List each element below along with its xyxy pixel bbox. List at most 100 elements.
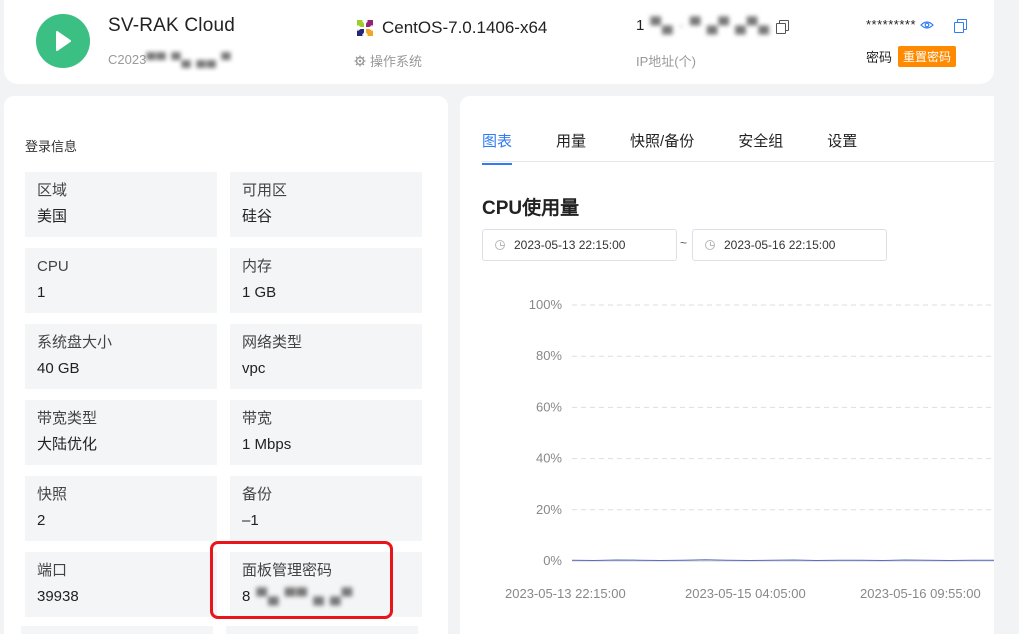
x-tick-label: 2023-05-15 04:05:00 <box>685 586 806 601</box>
info-cell: 可用区 硅谷 <box>230 172 422 237</box>
info-key: 备份 <box>242 486 273 503</box>
os-name-text: CentOS-7.0.1406-x64 <box>382 18 548 37</box>
info-cell: 网络类型 vpc <box>230 324 422 389</box>
info-value-text: 39938 <box>37 588 79 605</box>
info-value: 1 GB <box>242 283 410 303</box>
server-name: SV-RAK Cloud <box>108 15 236 36</box>
eye-icon[interactable] <box>920 20 934 30</box>
os-name: CentOS-7.0.1406-x64 <box>354 17 547 39</box>
server-id: C2023▀▀ ▀▄ ▄▄ ▀ <box>108 52 232 67</box>
info-cell-partial <box>21 626 213 634</box>
info-grid-next-row <box>21 626 419 634</box>
login-info-title: 登录信息 <box>25 139 78 154</box>
y-tick-label: 80% <box>536 348 562 363</box>
y-tick-label: 20% <box>536 502 562 517</box>
ip-label: IP地址(个) <box>636 54 696 69</box>
info-value: 2 <box>37 511 205 531</box>
end-date-value: 2023-05-16 22:15:00 <box>724 238 836 252</box>
end-date-input[interactable]: 2023-05-16 22:15:00 <box>692 229 887 261</box>
info-value: 1 <box>37 283 205 303</box>
info-value: 39938 <box>37 587 205 607</box>
clock-icon <box>705 240 715 250</box>
os-label-text: 操作系统 <box>370 54 423 69</box>
info-cell: 区域 美国 <box>25 172 217 237</box>
info-key: 快照 <box>37 486 68 503</box>
highlight-box <box>210 541 393 619</box>
y-tick-label: 40% <box>536 451 562 466</box>
cpu-series-line <box>571 559 994 562</box>
info-key: 网络类型 <box>242 334 303 351</box>
info-value-text: 40 GB <box>37 360 80 377</box>
password-label: 密码 <box>866 50 893 65</box>
info-cell: 系统盘大小 40 GB <box>25 324 217 389</box>
start-server-button[interactable] <box>36 14 90 68</box>
ip-masked: ▀▄ · ▀ ▄▀ ▄▀▄ <box>650 17 771 34</box>
info-value: –1 <box>242 511 410 531</box>
info-cell: 端口 39938 <box>25 552 217 617</box>
reset-password-button[interactable]: 重置密码 <box>898 46 957 67</box>
info-value-text: 1 Mbps <box>242 436 292 453</box>
server-id-prefix: C2023 <box>108 52 147 67</box>
gear-icon <box>354 55 366 66</box>
cpu-usage-chart: 100% 80% 60% 40% 20% 0% 2023-05-13 22:15:00 202… <box>505 297 994 601</box>
info-value: 大陆优化 <box>37 435 205 455</box>
copy-password-icon[interactable] <box>954 18 968 33</box>
play-icon <box>56 31 71 51</box>
y-tick-label: 100% <box>529 297 563 312</box>
os-label: 操作系统 <box>354 51 422 70</box>
info-key: 可用区 <box>242 182 288 199</box>
info-cell: 快照 2 <box>25 476 217 541</box>
info-value: 1 Mbps <box>242 435 410 455</box>
ip-prefix: 1 <box>636 17 645 34</box>
server-id-masked: ▀▀ ▀▄ ▄▄ ▀ <box>146 52 232 67</box>
monitor-card: 图表 用量 快照/备份 安全组 设置 CPU使用量 2023-05-13 22:15:0… <box>460 96 994 634</box>
info-cell: CPU 1 <box>25 248 217 313</box>
server-header-card: SV-RAK Cloud C2023▀▀ ▀▄ ▄▄ ▀ CentOS-7.0.… <box>4 0 994 84</box>
password-mask: ********* <box>866 17 917 32</box>
info-key: 带宽类型 <box>37 410 98 427</box>
info-value-text: 硅谷 <box>242 208 273 225</box>
info-value-text: vpc <box>242 360 266 377</box>
tab-item[interactable]: 图表 <box>482 130 513 165</box>
info-cell: 内存 1 GB <box>230 248 422 313</box>
info-value-text: –1 <box>242 512 259 529</box>
info-value-text: 大陆优化 <box>37 436 98 453</box>
tab-item[interactable]: 设置 <box>827 130 857 165</box>
info-value-text: 1 <box>37 284 46 301</box>
info-key: 内存 <box>242 258 273 275</box>
tabs-divider <box>482 161 994 162</box>
info-value-text: 2 <box>37 512 46 529</box>
info-key: 区域 <box>37 182 68 199</box>
ip-address: 1 ▀▄ · ▀ ▄▀ ▄▀▄ <box>636 17 790 34</box>
chart-title: CPU使用量 <box>482 198 580 219</box>
x-tick-label: 2023-05-13 22:15:00 <box>505 586 626 601</box>
info-key: 带宽 <box>242 410 273 427</box>
info-cell: 备份 –1 <box>230 476 422 541</box>
date-separator: ~ <box>680 236 688 250</box>
tab-item[interactable]: 用量 <box>556 130 586 165</box>
info-key: CPU <box>37 258 69 275</box>
x-tick-label: 2023-05-16 09:55:00 <box>860 586 981 601</box>
info-value: 美国 <box>37 207 205 227</box>
info-value-text: 1 GB <box>242 284 277 301</box>
tab-item[interactable]: 安全组 <box>738 130 783 165</box>
y-tick-label: 0% <box>543 553 562 568</box>
tab-item[interactable]: 快照/备份 <box>630 130 694 165</box>
start-date-input[interactable]: 2023-05-13 22:15:00 <box>482 229 677 261</box>
info-cell: 带宽 1 Mbps <box>230 400 422 465</box>
password-row: 密码 重置密码 <box>866 46 957 67</box>
y-tick-label: 60% <box>536 399 562 414</box>
info-cell: 带宽类型 大陆优化 <box>25 400 217 465</box>
info-value: vpc <box>242 359 410 379</box>
monitor-tabs: 图表 用量 快照/备份 安全组 设置 <box>482 130 901 165</box>
info-value-text: 美国 <box>37 208 68 225</box>
start-date-value: 2023-05-13 22:15:00 <box>514 238 626 252</box>
password-field: ********* <box>866 17 968 33</box>
centos-logo-icon <box>354 17 376 39</box>
info-key: 端口 <box>37 562 68 579</box>
info-value: 40 GB <box>37 359 205 379</box>
info-key: 系统盘大小 <box>37 334 113 351</box>
info-value: 硅谷 <box>242 207 410 227</box>
copy-ip-icon[interactable] <box>776 19 790 34</box>
info-cell-partial <box>226 626 418 634</box>
